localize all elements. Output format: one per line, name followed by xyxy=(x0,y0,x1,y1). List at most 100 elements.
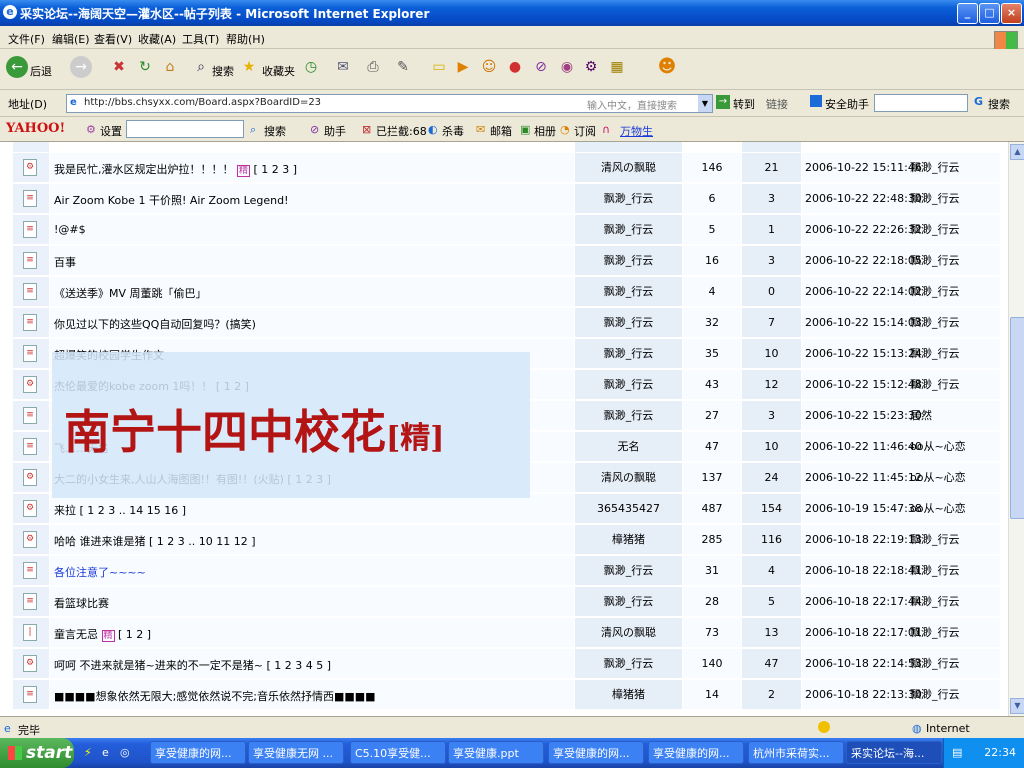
table-row[interactable]: ⚙ 哈哈 谁进来谁是猪 [ 1 2 3 .. 10 11 12 ] 樟猪猪 28… xyxy=(0,524,1008,555)
last-post-user[interactable]: 飘渺_行云 xyxy=(910,556,960,585)
edit-icon[interactable]: ✎ xyxy=(392,56,414,78)
go-arrow-icon[interactable]: → xyxy=(716,95,730,109)
emoticon-icon[interactable]: ☻ xyxy=(656,56,678,78)
stop-icon[interactable]: ✖ xyxy=(108,56,130,78)
table-row[interactable]: ≡ !@#$ 飘渺_行云 5 1 2006-10-22 22:26:32 飘渺_… xyxy=(0,214,1008,245)
quicklaunch-explorer-icon[interactable]: ◎ xyxy=(120,746,130,759)
menu-help[interactable]: 帮助(H) xyxy=(226,31,265,47)
topic-author[interactable]: 樟猪猪 xyxy=(575,525,682,554)
yahoo-blocked[interactable]: 已拦截:68 xyxy=(376,123,427,139)
topic-title-cell[interactable]: 哈哈 谁进来谁是猪 [ 1 2 3 .. 10 11 12 ] xyxy=(50,525,574,554)
topic-author[interactable]: 飘渺_行云 xyxy=(575,401,682,430)
topic-title[interactable]: ■■■■想象依然无限大;感觉依然说不完;音乐依然抒情西■■■■ xyxy=(54,690,376,703)
last-post-user[interactable]: 飘渺_行云 xyxy=(910,339,960,368)
topic-author[interactable]: 飘渺_行云 xyxy=(575,587,682,616)
refresh-icon[interactable]: ↻ xyxy=(134,56,156,78)
yahoo-search-button[interactable]: 搜索 xyxy=(264,123,286,139)
topic-title-cell[interactable]: 我是民忙,灌水区规定出炉拉！！！！ 精 [ 1 2 3 ] xyxy=(50,153,574,182)
topic-author[interactable]: 飘渺_行云 xyxy=(575,246,682,275)
yahoo-wanwu[interactable]: 万物生 xyxy=(620,123,653,139)
taskbar-button[interactable]: 杭州市采荷实... xyxy=(748,741,844,764)
topic-author[interactable]: 清风の飘聪 xyxy=(575,463,682,492)
scroll-thumb[interactable] xyxy=(1010,317,1024,519)
topic-title[interactable]: 百事 xyxy=(54,256,76,269)
topic-title[interactable]: 哈哈 谁进来谁是猪 xyxy=(54,535,146,548)
topic-title-cell[interactable]: Air Zoom Kobe 1 干价照! Air Zoom Legend! xyxy=(50,184,574,213)
title-bar[interactable]: e 采实论坛--海阔天空—灌水区--帖子列表 - Microsoft Inter… xyxy=(0,0,1024,26)
last-post-user[interactable]: 飘渺_行云 xyxy=(910,618,960,647)
topic-title[interactable]: 各位注意了~~~~ xyxy=(54,566,146,579)
yahoo-search-input[interactable] xyxy=(126,120,244,138)
last-post-user[interactable]: oo从~心恋 xyxy=(910,432,966,461)
table-row[interactable]: ⚙ 呵呵 不进来就是猪~进来的不一定不是猪~ [ 1 2 3 4 5 ] 飘渺_… xyxy=(0,648,1008,679)
topic-title[interactable]: 看篮球比赛 xyxy=(54,597,109,610)
start-button[interactable]: start xyxy=(0,738,74,768)
topic-pages[interactable]: [ 1 2 3 4 5 ] xyxy=(266,659,331,672)
last-post-user[interactable]: 飘渺_行云 xyxy=(910,680,960,709)
taskbar-button[interactable]: 享受健康的网... xyxy=(150,741,246,764)
media-icon[interactable]: ▶ xyxy=(452,56,474,78)
table-row[interactable]: ≡ 你见过以下的这些QQ自动回复吗？(搞笑) 飘渺_行云 32 7 2006-1… xyxy=(0,307,1008,338)
topic-title[interactable]: 你见过以下的这些QQ自动回复吗？(搞笑) xyxy=(54,318,256,331)
topic-title-cell[interactable]: 童言无忌 精 [ 1 2 ] xyxy=(50,618,574,647)
topic-title-cell[interactable]: 你见过以下的这些QQ自动回复吗？(搞笑) xyxy=(50,308,574,337)
last-post-user[interactable]: 飘渺_行云 xyxy=(910,370,960,399)
taskbar-button[interactable]: C5.10享受健... xyxy=(350,741,446,764)
taskbar-button[interactable]: 采实论坛--海... xyxy=(846,741,942,764)
topic-title-cell[interactable]: ■■■■想象依然无限大;感觉依然说不完;音乐依然抒情西■■■■ xyxy=(50,680,574,709)
table-row[interactable]: ≡ 百事 飘渺_行云 16 3 2006-10-22 22:18:05 飘渺_行… xyxy=(0,245,1008,276)
forward-arrow-icon[interactable]: → xyxy=(70,56,92,78)
last-post-user[interactable]: 飘渺_行云 xyxy=(910,587,960,616)
quicklaunch-ie-icon[interactable]: e xyxy=(102,746,109,759)
topic-pages[interactable]: [ 1 2 ] xyxy=(118,628,151,641)
topic-author[interactable]: 飘渺_行云 xyxy=(575,184,682,213)
taskbar-button[interactable]: 享受健康.ppt xyxy=(448,741,544,764)
yahoo-mail[interactable]: 邮箱 xyxy=(490,123,512,139)
last-post-user[interactable]: 飘渺_行云 xyxy=(910,649,960,678)
scroll-down-icon[interactable]: ▼ xyxy=(1010,698,1024,714)
maximize-button[interactable]: □ xyxy=(979,3,1000,24)
topic-author[interactable]: 无名 xyxy=(575,432,682,461)
table-row[interactable]: ≡ 各位注意了~~~~ 飘渺_行云 31 4 2006-10-18 22:18:… xyxy=(0,555,1008,586)
search-icon[interactable]: ⌕ xyxy=(190,56,212,78)
yahoo-rss[interactable]: 订阅 xyxy=(574,123,596,139)
last-post-user[interactable]: 飘渺_行云 xyxy=(910,246,960,275)
yahoo-antivirus[interactable]: 杀毒 xyxy=(442,123,464,139)
last-post-user[interactable]: 飘渺_行云 xyxy=(910,215,960,244)
menu-file[interactable]: 文件(F) xyxy=(8,31,45,47)
yahoo-logo[interactable]: YAHOO! xyxy=(6,121,65,136)
taskbar-button[interactable]: 享受健康的网... xyxy=(548,741,644,764)
qq-icon[interactable]: ● xyxy=(504,56,526,78)
yahoo-photo[interactable]: 相册 xyxy=(534,123,556,139)
topic-author[interactable]: 365435427 xyxy=(575,494,682,523)
menu-favorites[interactable]: 收藏(A) xyxy=(138,31,176,47)
topic-pages[interactable]: [ 1 2 3 ] xyxy=(254,163,298,176)
topic-title-cell[interactable]: 呵呵 不进来就是猪~进来的不一定不是猪~ [ 1 2 3 4 5 ] xyxy=(50,649,574,678)
topic-title-cell[interactable]: 看篮球比赛 xyxy=(50,587,574,616)
links-label[interactable]: 链接 xyxy=(766,96,788,112)
address-input[interactable]: e http://bbs.chsyxx.com/Board.aspx?Board… xyxy=(66,94,713,113)
topic-pages[interactable]: [ 1 2 3 .. 10 11 12 ] xyxy=(149,535,256,548)
back-arrow-icon[interactable]: ← xyxy=(6,56,28,78)
last-post-user[interactable]: 飘渺_行云 xyxy=(910,153,960,182)
last-post-user[interactable]: oo从~心恋 xyxy=(910,494,966,523)
smiley-icon[interactable]: ☺ xyxy=(478,56,500,78)
topic-author[interactable]: 飘渺_行云 xyxy=(575,556,682,585)
gear-icon[interactable]: ⚙ xyxy=(580,56,602,78)
safety-search-button[interactable]: 搜索 xyxy=(988,96,1010,112)
history-icon[interactable]: ◷ xyxy=(300,56,322,78)
menu-view[interactable]: 查看(V) xyxy=(94,31,132,47)
search-label[interactable]: 搜索 xyxy=(212,63,234,79)
safety-helper[interactable]: 安全助手 xyxy=(825,96,869,112)
table-row[interactable]: ❘ 童言无忌 精 [ 1 2 ] 清风の飘聪 73 13 2006-10-18 … xyxy=(0,617,1008,648)
table-row[interactable]: ⚙ 我是民忙,灌水区规定出炉拉！！！！ 精 [ 1 2 3 ] 清风の飘聪 14… xyxy=(0,152,1008,183)
table-row[interactable]: ≡ ■■■■想象依然无限大;感觉依然说不完;音乐依然抒情西■■■■ 樟猪猪 14… xyxy=(0,679,1008,710)
topic-pages[interactable]: [ 1 2 3 .. 14 15 16 ] xyxy=(80,504,187,517)
taskbar-button[interactable]: 享受健康的网... xyxy=(648,741,744,764)
print-icon[interactable]: ⎙ xyxy=(362,56,384,78)
last-post-user[interactable]: 飘渺_行云 xyxy=(910,277,960,306)
topic-author[interactable]: 飘渺_行云 xyxy=(575,308,682,337)
last-post-user[interactable]: 飘渺_行云 xyxy=(910,184,960,213)
topic-title[interactable]: 呵呵 不进来就是猪~进来的不一定不是猪~ xyxy=(54,659,263,672)
safety-search-input[interactable] xyxy=(874,94,968,112)
